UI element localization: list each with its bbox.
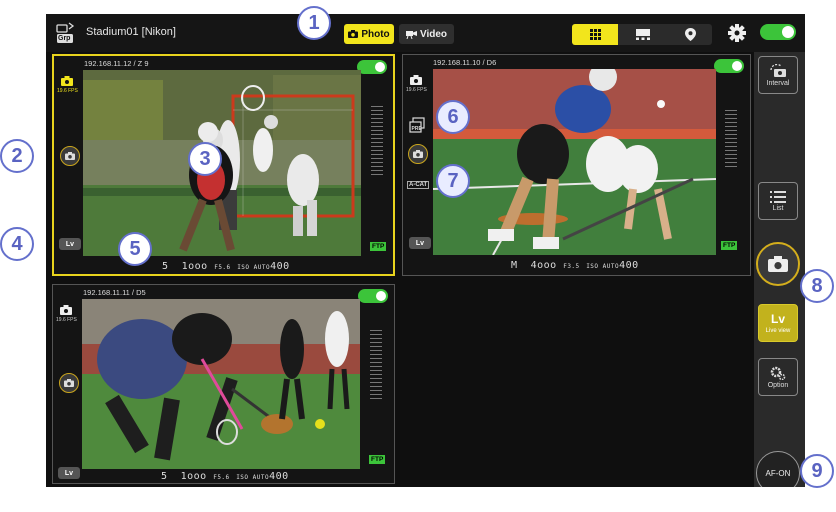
callout-2: 2 — [0, 139, 34, 173]
pre-release-capture-icon: PRE — [409, 117, 425, 133]
exposure-readout: M 4ooo F3.5 ISO AUTO400 — [511, 260, 639, 271]
camera-toggle[interactable] — [357, 60, 387, 74]
right-sidebar: Interval List Lv Live view Option AF-ON — [754, 52, 805, 487]
callout-4: 4 — [0, 227, 34, 261]
live-view-button[interactable]: Lv — [59, 238, 81, 250]
fps-label: 19.6 FPS — [56, 317, 77, 323]
map-view-button[interactable] — [668, 24, 712, 45]
af-mode-label: A-CAT — [407, 181, 430, 189]
live-view-mode-button[interactable]: Lv Live view — [758, 304, 798, 342]
interval-label: Interval — [766, 79, 790, 87]
tab-photo[interactable]: Photo — [344, 24, 394, 44]
top-bar: Grp Stadium01 [Nikon] Photo Video — [46, 14, 805, 52]
camera-mode-icon — [61, 76, 73, 86]
callout-3: 3 — [188, 142, 222, 176]
remote-camera-app: Grp Stadium01 [Nikon] Photo Video 192.16… — [46, 14, 805, 487]
callout-9: 9 — [800, 454, 834, 488]
callout-1: 1 — [297, 6, 331, 40]
settings-gear-icon[interactable] — [726, 22, 748, 44]
list-icon — [770, 190, 786, 203]
camera-address-label: 192.168.11.11 / D5 — [83, 288, 146, 297]
camera-address-label: 192.168.11.10 / D6 — [433, 58, 497, 67]
callout-6: 6 — [436, 100, 470, 134]
panel-shutter-button[interactable] — [59, 373, 79, 393]
iso-label: ISO AUTO — [236, 474, 270, 481]
callout-7: 7 — [436, 164, 470, 198]
exposure-readout: 5 1ooo F5.6 ISO AUTO400 — [161, 471, 289, 482]
aperture: F3.5 — [563, 263, 580, 270]
location-pin-icon — [684, 28, 696, 41]
camera-icon — [65, 152, 75, 160]
view-mode-selector — [572, 24, 712, 45]
shutter-speed: 4ooo — [530, 260, 557, 271]
tab-video-label: Video — [419, 28, 448, 40]
af-on-button[interactable]: AF-ON — [756, 451, 800, 487]
tab-photo-label: Photo — [361, 28, 390, 40]
camera-address-label: 192.168.11.12 / Z 9 — [84, 59, 149, 68]
panel-shutter-button[interactable] — [408, 144, 428, 164]
ftp-badge: FTP — [369, 455, 386, 464]
shutter-release-button[interactable] — [756, 242, 800, 286]
camera-icon — [768, 256, 788, 272]
page-title: Stadium01 [Nikon] — [86, 26, 176, 38]
iso-value: 400 — [619, 260, 639, 271]
camera-mode-icon — [410, 75, 422, 85]
camera-mode-icon — [60, 305, 72, 315]
tab-video[interactable]: Video — [399, 24, 454, 44]
exposure-mode: M — [511, 260, 518, 271]
single-view-button[interactable] — [620, 24, 666, 45]
camera-icon — [413, 150, 423, 158]
exposure-readout: 5 1ooo F5.6 ISO AUTO400 — [162, 261, 290, 272]
live-view-mode-label: Live view — [765, 328, 791, 334]
master-toggle[interactable] — [760, 24, 796, 40]
live-view-button[interactable]: Lv — [409, 237, 431, 249]
panel-shutter-button[interactable] — [60, 146, 80, 166]
camera-icon — [348, 30, 359, 38]
svg-text:PRE: PRE — [412, 126, 423, 132]
ftp-badge: FTP — [370, 242, 387, 251]
camera-panel-3[interactable]: 192.168.11.11 / D5 19.6 FPS Lv FTP 5 1oo… — [52, 284, 395, 484]
grid-icon — [589, 29, 601, 40]
iso-label: ISO AUTO — [237, 264, 271, 271]
ftp-badge: FTP — [721, 241, 738, 250]
group-icon-label: Grp — [58, 35, 71, 42]
list-button[interactable]: List — [758, 182, 798, 220]
shutter-speed: 1ooo — [181, 261, 208, 272]
exposure-mode: 5 — [161, 471, 168, 482]
live-view-image — [82, 299, 360, 469]
group-icon[interactable]: Grp — [55, 21, 77, 45]
gears-icon — [770, 366, 786, 380]
live-view-button[interactable]: Lv — [58, 467, 80, 479]
grid-view-button[interactable] — [572, 24, 618, 45]
exposure-mode: 5 — [162, 261, 169, 272]
option-button[interactable]: Option — [758, 358, 798, 396]
camera-toggle[interactable] — [714, 59, 744, 73]
camera-toggle[interactable] — [358, 289, 388, 303]
aperture: F5.6 — [214, 264, 231, 271]
camera-icon — [64, 379, 74, 387]
live-view-image — [83, 70, 361, 256]
live-view-image — [433, 69, 716, 255]
video-camera-icon — [405, 30, 417, 39]
interval-timer-icon — [770, 63, 786, 77]
iso-label: ISO AUTO — [586, 263, 620, 270]
option-label: Option — [767, 381, 789, 389]
list-label: List — [772, 204, 784, 212]
iso-value: 400 — [270, 261, 290, 272]
interval-button[interactable]: Interval — [758, 56, 798, 94]
camera-panel-1[interactable]: 192.168.11.12 / Z 9 19.6 FPS Lv FTP 5 1o… — [52, 54, 395, 276]
live-view-mode-lv: Lv — [770, 312, 785, 326]
single-view-icon — [636, 29, 650, 40]
fps-label: 19.6 FPS — [406, 87, 427, 93]
exposure-scale — [725, 110, 737, 200]
aperture: F5.6 — [213, 474, 230, 481]
shutter-speed: 1ooo — [180, 471, 207, 482]
exposure-scale — [370, 330, 382, 440]
fps-label: 19.6 FPS — [57, 88, 78, 94]
callout-8: 8 — [800, 269, 834, 303]
exposure-scale — [371, 106, 383, 216]
callout-5: 5 — [118, 232, 152, 266]
iso-value: 400 — [269, 471, 289, 482]
